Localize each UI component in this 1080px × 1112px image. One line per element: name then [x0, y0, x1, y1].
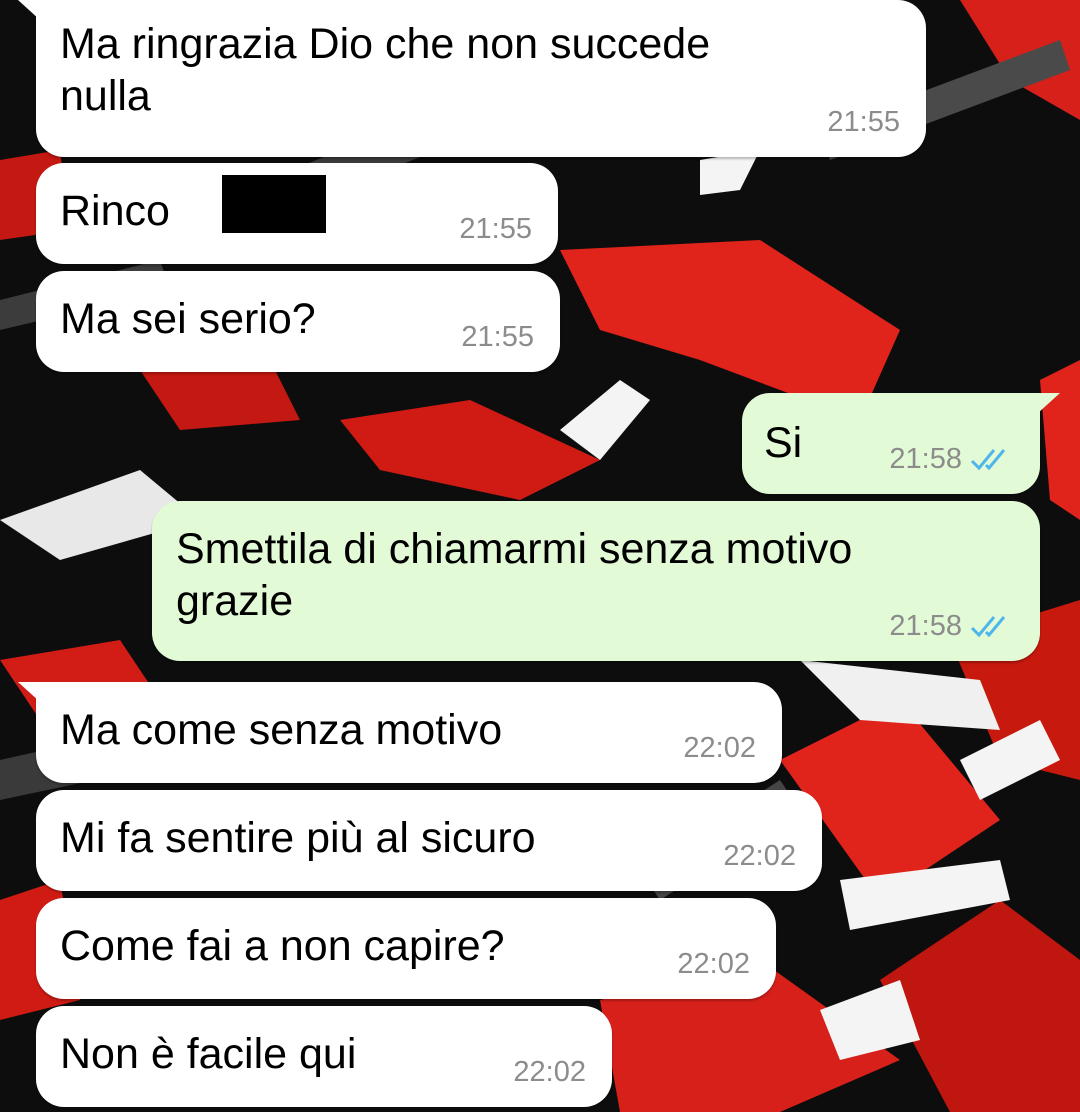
incoming-message[interactable]: Rincoito 21:55 — [36, 163, 558, 264]
message-timestamp: 22:02 — [513, 1056, 586, 1088]
incoming-message[interactable]: Ma come senza motivo 22:02 — [36, 682, 782, 783]
bubble-tail-icon — [1038, 393, 1060, 413]
message-timestamp: 22:02 — [683, 732, 756, 764]
double-check-icon — [970, 449, 1006, 471]
message-text: Si — [764, 419, 803, 467]
double-check-icon — [970, 616, 1006, 638]
message-text: Non è facile qui — [60, 1030, 357, 1078]
incoming-message[interactable]: Mi fa sentire più al sicuro 22:02 — [36, 790, 822, 891]
outgoing-message[interactable]: Si 21:58 — [742, 393, 1040, 494]
bubble-tail-icon — [18, 0, 40, 20]
message-text: Ma ringrazia Dio che non succede nulla — [60, 20, 711, 120]
bubble-tail-icon — [18, 682, 40, 702]
redaction-box — [222, 175, 326, 233]
incoming-message[interactable]: Come fai a non capire? 22:02 — [36, 898, 776, 999]
message-timestamp: 21:58 — [889, 442, 1014, 476]
message-timestamp: 22:02 — [677, 948, 750, 980]
message-timestamp: 21:58 — [889, 609, 1014, 643]
message-timestamp: 21:55 — [461, 321, 534, 353]
message-timestamp: 21:55 — [827, 106, 900, 138]
message-timestamp: 21:55 — [459, 213, 532, 245]
incoming-message[interactable]: Ma ringrazia Dio che non succede nulla 2… — [36, 0, 926, 157]
incoming-message[interactable]: Non è facile qui 22:02 — [36, 1006, 612, 1107]
message-text: Ma sei serio? — [60, 295, 316, 343]
message-text: Ma come senza motivo — [60, 706, 503, 754]
incoming-message[interactable]: Ma sei serio? 21:55 — [36, 271, 560, 372]
message-text: Smettila di chiamarmi senza motivo grazi… — [176, 525, 853, 625]
message-timestamp: 22:02 — [723, 840, 796, 872]
outgoing-message[interactable]: Smettila di chiamarmi senza motivo grazi… — [152, 501, 1040, 661]
message-text: Mi fa sentire più al sicuro — [60, 814, 536, 862]
message-text: Come fai a non capire? — [60, 922, 505, 970]
